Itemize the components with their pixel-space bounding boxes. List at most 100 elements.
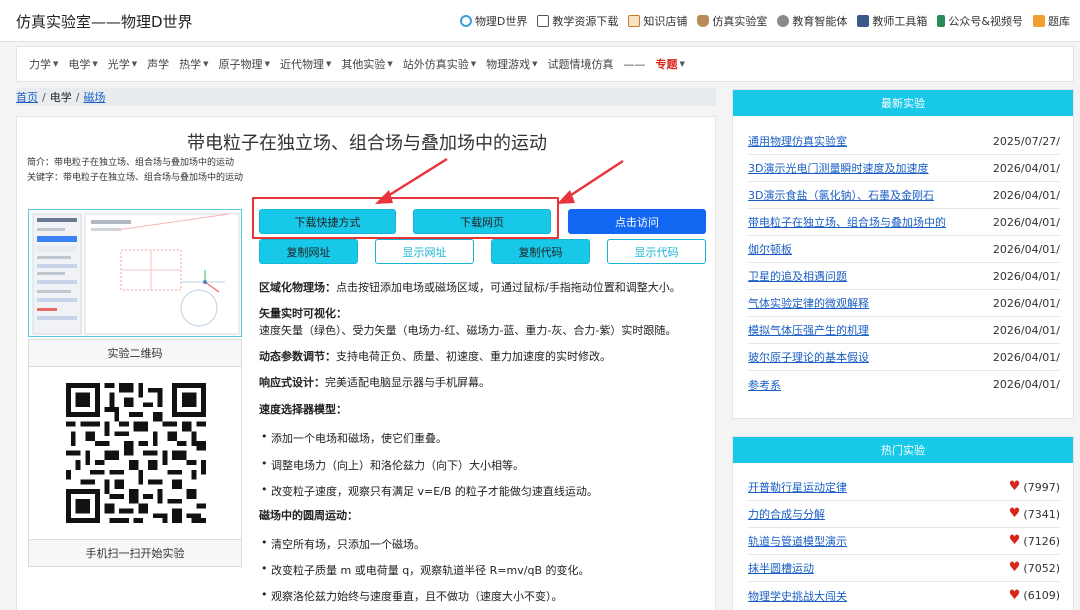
nav-optics[interactable]: 光学 ▼ xyxy=(108,56,137,72)
pen-icon xyxy=(1033,15,1045,27)
globe-icon xyxy=(459,15,472,27)
scan-to-start-label: 手机扫一扫开始实验 xyxy=(28,539,242,567)
window-icon xyxy=(537,15,550,27)
top-link-resources[interactable]: 教学资源下载 xyxy=(537,13,618,29)
breadcrumb-home[interactable]: 首页 xyxy=(16,89,38,105)
breadcrumb-separator: / xyxy=(75,90,80,104)
list-item: 清空所有场，只添加一个磁场。 xyxy=(261,536,425,552)
caret-down-icon: ▼ xyxy=(470,60,477,68)
copy-url-button[interactable]: 复制网址 xyxy=(259,239,358,264)
hot-experiments-title: 热门实验 xyxy=(733,437,1073,463)
list-item: 气体实验定律的微观解释 2026/04/01/ xyxy=(748,290,1060,317)
nav-games[interactable]: 物理游戏 ▼ xyxy=(486,56,537,72)
list-item: 调整电场力（向上）和洛伦兹力（向下）大小相等。 xyxy=(261,457,524,473)
feature-regional-field: 区域化物理场：点击按钮添加电场或磁场区域，可通过鼠标/手指拖动位置和调整大小。 xyxy=(259,281,681,294)
feature-vector-title: 矢量实时可视化： xyxy=(259,307,347,320)
list-item: 玻尔原子理论的基本假设 2026/04/01/ xyxy=(748,344,1060,371)
qr-code-label: 实验二维码 xyxy=(28,339,242,367)
top-link-questions[interactable]: 题库 xyxy=(1033,13,1070,29)
list-item: 3D演示光电门测量瞬时速度及加速度 2026/04/01/ xyxy=(748,155,1060,182)
nav-topics[interactable]: 专题 ▼ xyxy=(656,56,685,72)
experiment-thumbnail[interactable] xyxy=(28,209,242,337)
list-item: 通用物理仿真实验室 2025/07/27/ xyxy=(748,128,1060,155)
breadcrumb-category: 电学 xyxy=(49,91,72,104)
breadcrumb: 首页 / 电学 / 磁场 xyxy=(16,88,716,106)
summary-text: 简介：带电粒子在独立场、组合场与叠加场中的运动 xyxy=(27,158,235,168)
page-title: 带电粒子在独立场、组合场与叠加场中的运动 xyxy=(187,133,547,154)
annotation-highlight-box xyxy=(252,197,559,239)
list-item: 卫星的追及相遇问题 2026/04/01/ xyxy=(748,263,1060,290)
category-nav: 力学 ▼ 电学 ▼ 光学 ▼ 声学 热学 ▼ 原子物理 ▼ 近代物理 ▼ 其他实验 ▼ 站外仿… xyxy=(16,46,1074,82)
list-item: 带电粒子在独立场、组合场与叠加场中的 2026/04/01/ xyxy=(748,209,1060,236)
caret-down-icon: ▼ xyxy=(387,60,393,68)
nav-scenarios[interactable]: 试题情境仿真 xyxy=(548,56,614,72)
visit-button[interactable]: 点击访问 xyxy=(568,209,706,234)
copy-code-button[interactable]: 复制代码 xyxy=(491,239,590,264)
section-circular-motion: 磁场中的圆周运动： xyxy=(259,509,358,522)
list-item: 力的合成与分解 ♥ (7341) xyxy=(748,501,1060,528)
experiment-card: 带电粒子在独立场、组合场与叠加场中的运动 简介：带电粒子在独立场、组合场与叠加场… xyxy=(16,116,716,610)
nav-divider: —— xyxy=(623,57,646,71)
list-item: 添加一个电场和磁场，使它们重叠。 xyxy=(261,430,447,446)
list-item: 3D演示食盐（氯化钠）、石墨及金刚石 2026/04/01/ xyxy=(748,182,1060,209)
caret-down-icon: ▼ xyxy=(53,60,59,68)
caret-down-icon: ▼ xyxy=(92,60,98,68)
caret-down-icon: ▼ xyxy=(203,60,209,68)
phone-icon xyxy=(937,15,946,27)
top-links: 物理D世界 教学资源下载 知识店铺 仿真实验室 教育智能体 教师工具箱 公众号&… xyxy=(459,13,1070,29)
feature-responsive: 响应式设计：完美适配电脑显示器与手机屏幕。 xyxy=(259,376,490,389)
caret-down-icon: ▼ xyxy=(131,60,138,68)
nav-thermal[interactable]: 热学 ▼ xyxy=(179,56,208,72)
list-item: 参考系 2026/04/01/ xyxy=(748,378,1060,392)
robot-icon xyxy=(777,15,790,27)
arrow-head-icon xyxy=(557,190,575,204)
list-item: 抹半圆槽运动 ♥ (7052) xyxy=(748,555,1060,582)
top-link-agent[interactable]: 教育智能体 xyxy=(777,13,847,29)
shop-icon xyxy=(628,15,641,27)
list-item: 伽尔顿板 2026/04/01/ xyxy=(748,236,1060,263)
heart-icon: ♥ xyxy=(1008,560,1021,575)
hot-experiments-panel: 热门实验 开普勒行星运动定律 ♥ (7997) 力的合成与分解 ♥ (7341) 轨道与… xyxy=(732,436,1074,610)
nav-acoustics[interactable]: 声学 xyxy=(147,56,169,72)
nav-atomic[interactable]: 原子物理 ▼ xyxy=(219,56,270,72)
nav-external[interactable]: 站外仿真实验 ▼ xyxy=(403,56,476,72)
list-item: 物理学史挑战大闯关 ♥ (6109) xyxy=(748,587,1060,603)
list-item: 轨道与管道模型演示 ♥ (7126) xyxy=(748,528,1060,555)
top-link-lab[interactable]: 仿真实验室 xyxy=(697,13,767,29)
caret-down-icon: ▼ xyxy=(264,60,270,68)
heart-icon: ♥ xyxy=(1008,506,1021,521)
list-item: 改变粒子速度，观察只有满足 v=E/B 的粒子才能做匀速直线运动。 xyxy=(261,483,598,499)
list-item: 改变粒子质量 m 或电荷量 q，观察轨道半径 R=mv/qB 的变化。 xyxy=(261,562,589,578)
top-link-shop[interactable]: 知识店铺 xyxy=(628,13,687,29)
top-header: 仿真实验室——物理D世界 物理D世界 教学资源下载 知识店铺 仿真实验室 教育智… xyxy=(0,0,1080,42)
list-item: 观察洛伦兹力始终与速度垂直，且不做功（速度大小不变）。 xyxy=(261,588,562,604)
keywords-text: 关键字：带电粒子在独立场、组合场与叠加场中的运动 xyxy=(27,173,244,183)
feature-dynamic-params: 动态参数调节：支持电荷正负、质量、初速度、重力加速度的实时修改。 xyxy=(259,350,611,363)
show-url-button[interactable]: 显示网址 xyxy=(375,239,474,264)
show-code-button[interactable]: 显示代码 xyxy=(607,239,706,264)
caret-down-icon: ▼ xyxy=(679,60,685,68)
breadcrumb-separator: / xyxy=(42,90,46,104)
latest-experiments-panel: 最新实验 通用物理仿真实验室 2025/07/27/ 3D演示光电门测量瞬时速度及… xyxy=(732,89,1074,419)
nav-electricity[interactable]: 电学 ▼ xyxy=(68,56,97,72)
latest-experiments-title: 最新实验 xyxy=(733,90,1073,116)
heart-icon: ♥ xyxy=(1008,479,1021,494)
toolbox-icon xyxy=(857,15,870,27)
flask-icon xyxy=(697,15,710,27)
site-title[interactable]: 仿真实验室——物理D世界 xyxy=(16,11,193,32)
top-link-toolbox[interactable]: 教师工具箱 xyxy=(857,13,927,29)
breadcrumb-current[interactable]: 磁场 xyxy=(83,89,105,105)
heart-icon: ♥ xyxy=(1008,587,1021,603)
top-link-physics-world[interactable]: 物理D世界 xyxy=(459,13,527,29)
thumbnail-preview-image xyxy=(29,210,241,336)
caret-down-icon: ▼ xyxy=(325,60,332,68)
list-item: 模拟气体压强产生的机理 2026/04/01/ xyxy=(748,317,1060,344)
caret-down-icon: ▼ xyxy=(532,60,538,68)
top-link-wechat[interactable]: 公众号&视频号 xyxy=(937,13,1023,29)
nav-other[interactable]: 其他实验 ▼ xyxy=(341,56,392,72)
list-item: 开普勒行星运动定律 ♥ (7997) xyxy=(748,474,1060,501)
nav-mechanics[interactable]: 力学 ▼ xyxy=(29,56,58,72)
qr-code-image xyxy=(66,383,206,523)
nav-modern[interactable]: 近代物理 ▼ xyxy=(280,56,331,72)
heart-icon: ♥ xyxy=(1008,533,1021,548)
